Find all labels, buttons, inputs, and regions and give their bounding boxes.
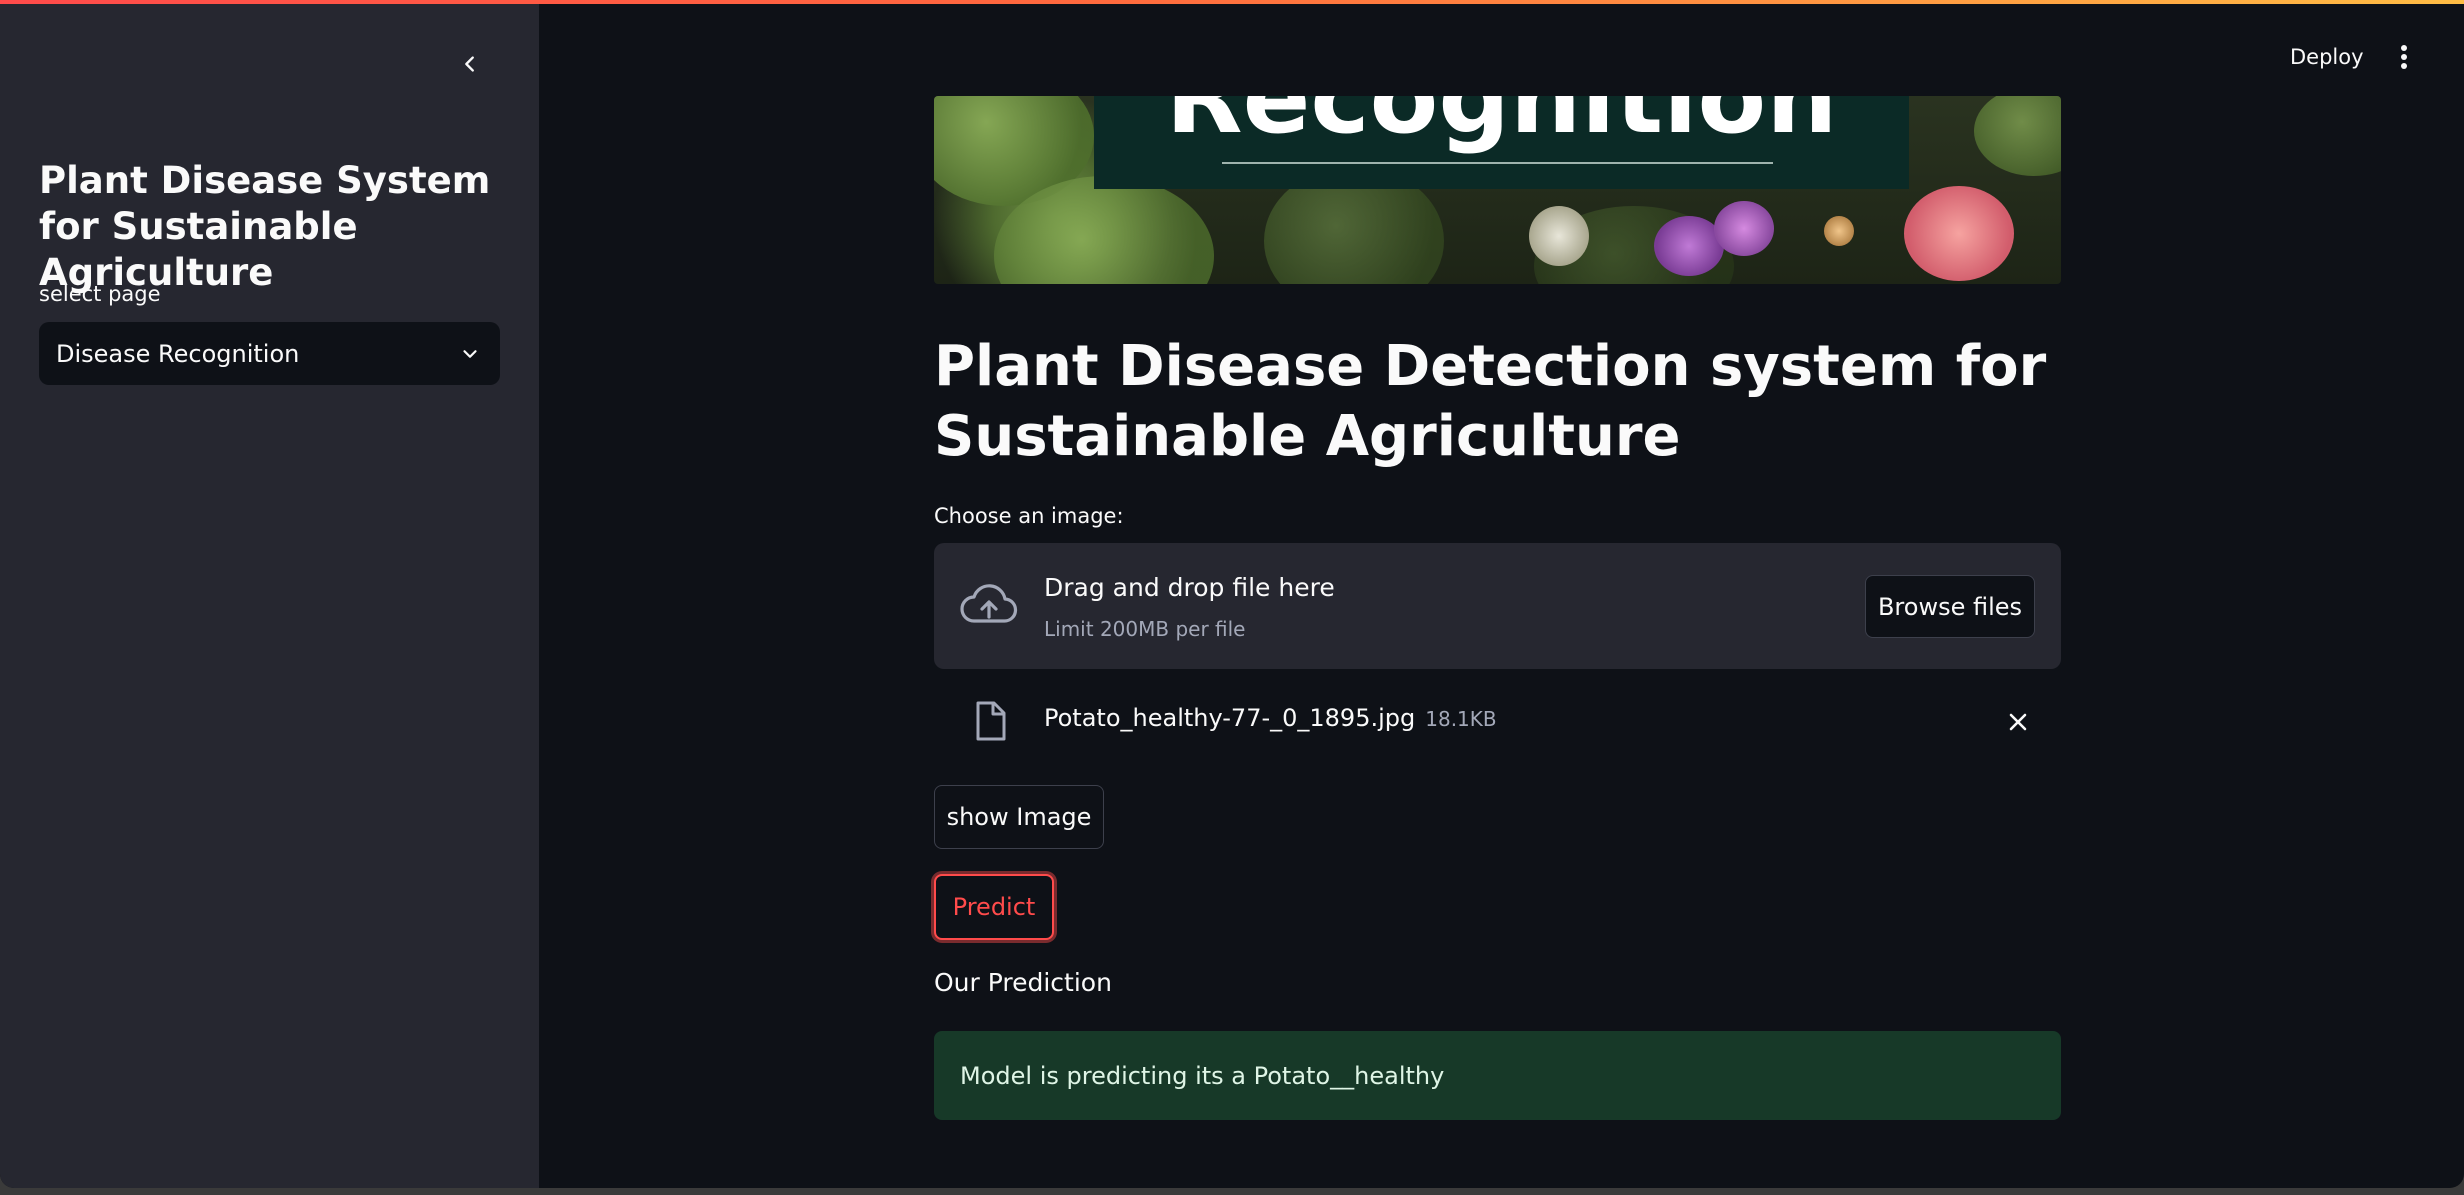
more-vertical-icon <box>2401 45 2407 69</box>
cloud-upload-icon <box>960 584 1018 623</box>
file-icon <box>976 701 1006 741</box>
remove-file-button[interactable] <box>1998 702 2038 742</box>
page-select-value: Disease Recognition <box>56 339 300 368</box>
file-dropzone[interactable]: Drag and drop file here Limit 200MB per … <box>934 543 2061 669</box>
chevron-left-icon <box>465 56 474 72</box>
prediction-heading: Our Prediction <box>934 968 1112 997</box>
banner-overlay-text: Recognition <box>1165 96 1838 156</box>
chevron-down-icon <box>457 341 483 367</box>
uploader-label: Choose an image: <box>934 504 1124 528</box>
deploy-button[interactable]: Deploy <box>2278 38 2376 76</box>
dropzone-title: Drag and drop file here <box>1044 573 1335 602</box>
collapse-sidebar-button[interactable] <box>452 46 488 82</box>
app-window: Plant Disease System for Sustainable Agr… <box>0 0 2464 1188</box>
uploaded-file-row: Potato_healthy-77-_0_1895.jpg 18.1KB <box>934 692 2061 752</box>
top-decoration-stripe <box>0 0 2464 4</box>
prediction-result-text: Model is predicting its a Potato__health… <box>960 1061 1445 1090</box>
select-page-label: select page <box>39 282 161 306</box>
predict-button[interactable]: Predict <box>934 874 1054 940</box>
close-icon <box>2009 713 2027 731</box>
main-menu-button[interactable] <box>2386 38 2422 76</box>
banner-image: Recognition <box>934 96 2061 284</box>
file-name-line: Potato_healthy-77-_0_1895.jpg 18.1KB <box>1044 704 1497 732</box>
page-title: Plant Disease Detection system for Susta… <box>934 334 2047 469</box>
banner-title-panel: Recognition <box>1094 96 1909 189</box>
browse-files-button[interactable]: Browse files <box>1865 575 2035 638</box>
prediction-result-alert: Model is predicting its a Potato__health… <box>934 1031 2061 1120</box>
file-name: Potato_healthy-77-_0_1895.jpg <box>1044 704 1416 732</box>
file-size: 18.1KB <box>1425 707 1497 731</box>
banner-divider <box>1222 162 1773 164</box>
show-image-button[interactable]: show Image <box>934 785 1104 849</box>
page-select[interactable]: Disease Recognition <box>39 322 500 385</box>
sidebar-title: Plant Disease System for Sustainable Agr… <box>39 159 491 294</box>
sidebar: Plant Disease System for Sustainable Agr… <box>0 0 539 1188</box>
dropzone-limit: Limit 200MB per file <box>1044 617 1246 641</box>
